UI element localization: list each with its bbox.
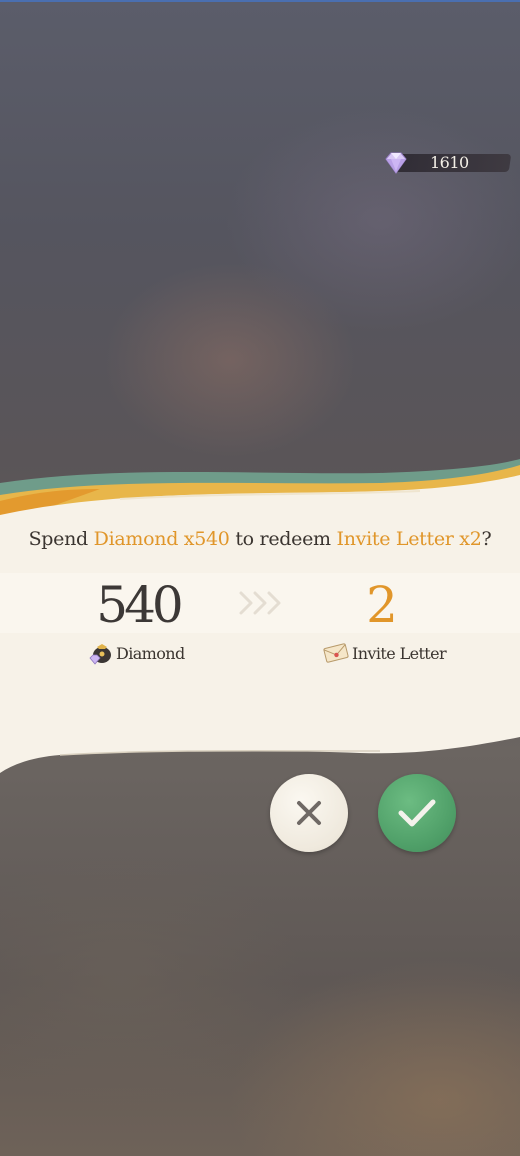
prompt-cost-item: Diamond x540 bbox=[93, 528, 230, 550]
prompt-spend: Spend bbox=[28, 528, 89, 550]
reward-resource-label: Invite Letter bbox=[322, 640, 447, 666]
reward-resource-name: Invite Letter bbox=[352, 643, 447, 663]
currency-display: 1610 bbox=[382, 151, 512, 175]
prompt-end: ? bbox=[481, 528, 492, 550]
reward-amount: 2 bbox=[366, 576, 398, 634]
cancel-button[interactable] bbox=[270, 774, 348, 852]
cost-resource-label: Diamond bbox=[88, 640, 185, 666]
check-icon bbox=[398, 799, 436, 827]
diamond-icon bbox=[385, 152, 407, 174]
prompt-middle: to redeem bbox=[235, 528, 331, 550]
prompt-reward-item: Invite Letter x2 bbox=[336, 528, 482, 550]
confirm-button[interactable] bbox=[378, 774, 456, 852]
cost-resource-name: Diamond bbox=[116, 643, 185, 663]
cost-amount: 540 bbox=[96, 576, 183, 634]
triple-chevron-right-icon bbox=[239, 591, 281, 615]
diamond-balance: 1610 bbox=[430, 153, 469, 172]
invite-letter-icon bbox=[323, 643, 349, 663]
exchange-prompt: Spend Diamond x540 to redeem Invite Lett… bbox=[0, 528, 520, 550]
diamond-pouch-icon bbox=[89, 644, 111, 665]
top-border bbox=[0, 0, 520, 2]
close-icon bbox=[297, 801, 321, 825]
exchange-screen: 1610 Spend Diamond x540 to redeem Invite… bbox=[0, 0, 520, 1156]
